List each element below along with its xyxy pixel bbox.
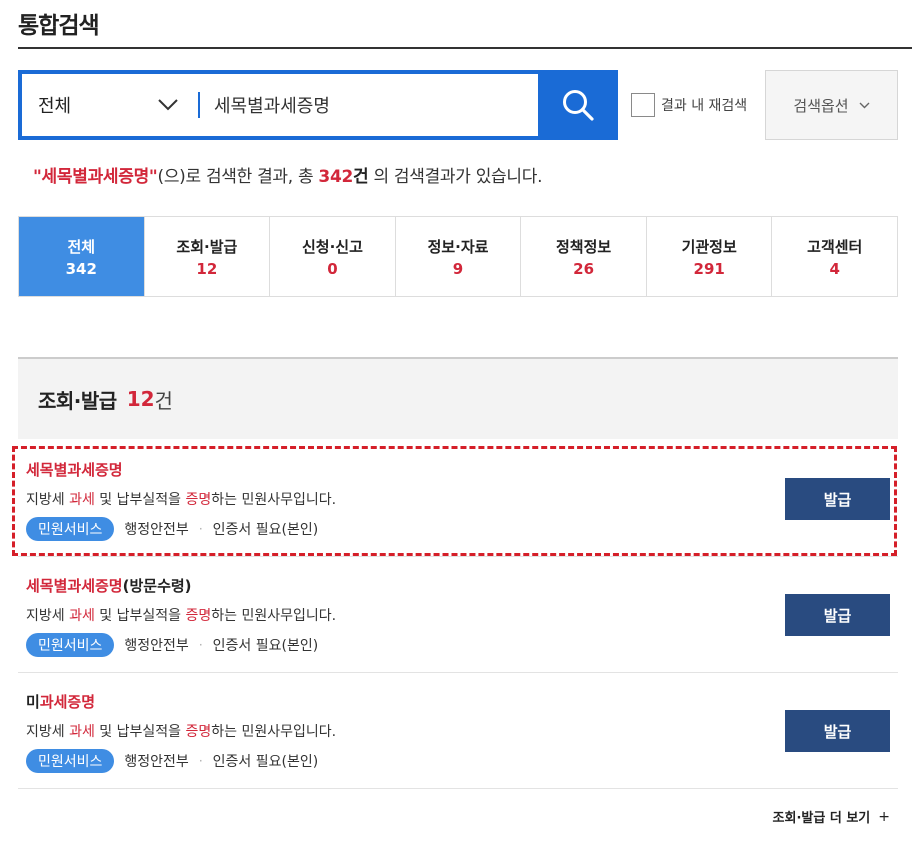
search-box: 전체 <box>18 70 618 140</box>
result-title-link[interactable]: 세목별과세증명(방문수령) <box>26 575 192 596</box>
service-type-badge: 민원서비스 <box>26 633 115 657</box>
result-description: 지방세 과세 및 납부실적을 증명하는 민원사무입니다. <box>26 721 336 741</box>
tab-apply-report[interactable]: 신청·신고 0 <box>269 217 395 296</box>
tab-lookup-issue[interactable]: 조회·발급 12 <box>143 217 270 296</box>
tab-name: 전체 <box>67 237 96 256</box>
result-summary: "세목별과세증명"(으)로 검색한 결과, 총 342건 의 검색결과가 있습니… <box>33 162 542 187</box>
tab-info-data[interactable]: 정보·자료 9 <box>394 217 521 296</box>
category-tabs: 전체 342 조회·발급 12 신청·신고 0 정보·자료 9 정책정보 26 … <box>18 216 898 297</box>
meta-separator: · <box>198 638 203 652</box>
re-search-label: 결과 내 재검색 <box>661 98 748 114</box>
issue-button[interactable]: 발급 <box>785 710 890 752</box>
plus-icon: + <box>878 808 890 825</box>
result-title-link[interactable]: 미과세증명 <box>26 691 95 712</box>
tab-count: 291 <box>693 259 725 278</box>
tab-count: 26 <box>573 259 595 278</box>
service-type-badge: 민원서비스 <box>26 517 115 541</box>
desc-highlight: 과세 <box>69 608 95 624</box>
section-title: 조회·발급 <box>38 388 117 413</box>
tab-count: 9 <box>452 259 464 278</box>
title-rest: (방문수령) <box>122 577 192 595</box>
list-item: 세목별과세증명 지방세 과세 및 납부실적을 증명하는 민원사무입니다. 민원서… <box>18 441 898 557</box>
tab-name: 조회·발급 <box>176 237 238 256</box>
summary-query: "세목별과세증명" <box>33 167 158 187</box>
result-meta: 민원서비스 행정안전부 · 인증서 필요(본인) <box>26 517 318 541</box>
desc-text: 지방세 <box>26 724 70 740</box>
re-search-checkbox[interactable] <box>631 93 655 117</box>
title-divider <box>18 47 912 49</box>
chevron-down-icon <box>158 99 178 111</box>
title-prefix: 미 <box>26 693 40 711</box>
tab-all[interactable]: 전체 342 <box>19 217 144 296</box>
search-icon <box>563 90 594 121</box>
tab-policy-info[interactable]: 정책정보 26 <box>520 217 646 296</box>
search-input[interactable] <box>200 74 538 136</box>
desc-text: 지방세 <box>26 608 70 624</box>
desc-highlight: 증명 <box>185 492 212 508</box>
chevron-down-icon <box>859 102 870 108</box>
search-options-label: 검색옵션 <box>793 96 849 115</box>
result-cert-requirement: 인증서 필요(본인) <box>212 754 319 770</box>
tab-name: 고객센터 <box>807 237 863 256</box>
result-description: 지방세 과세 및 납부실적을 증명하는 민원사무입니다. <box>26 489 336 509</box>
summary-count-unit: 건 <box>353 167 369 187</box>
title-highlight: 세목별과세증명 <box>26 577 123 595</box>
result-list: 세목별과세증명 지방세 과세 및 납부실적을 증명하는 민원사무입니다. 민원서… <box>18 441 898 789</box>
service-type-badge: 민원서비스 <box>26 749 115 773</box>
issue-button[interactable]: 발급 <box>785 594 890 636</box>
search-button[interactable] <box>538 70 618 140</box>
search-options-button[interactable]: 검색옵션 <box>765 70 898 140</box>
result-title-link[interactable]: 세목별과세증명 <box>26 459 123 480</box>
list-item: 세목별과세증명(방문수령) 지방세 과세 및 납부실적을 증명하는 민원사무입니… <box>18 557 898 673</box>
result-description: 지방세 과세 및 납부실적을 증명하는 민원사무입니다. <box>26 605 336 625</box>
desc-highlight: 과세 <box>69 492 95 508</box>
section-count: 12 <box>126 387 155 411</box>
more-lookup-link[interactable]: 조회·발급 더 보기 + <box>772 807 890 827</box>
section-count-unit: 건 <box>154 388 173 413</box>
re-search-option[interactable]: 결과 내 재검색 <box>631 93 747 117</box>
tab-customer-center[interactable]: 고객센터 4 <box>771 217 897 296</box>
desc-text: 및 납부실적을 <box>94 608 186 624</box>
tab-count: 4 <box>829 259 840 278</box>
result-meta: 민원서비스 행정안전부 · 인증서 필요(본인) <box>26 749 318 773</box>
tab-count: 342 <box>65 259 97 278</box>
desc-text: 및 납부실적을 <box>94 492 186 508</box>
desc-highlight: 과세 <box>69 724 95 740</box>
title-highlight: 세목별과세증명 <box>26 461 123 479</box>
tab-agency-info[interactable]: 기관정보 291 <box>645 217 772 296</box>
desc-text: 하는 민원사무입니다. <box>211 724 337 740</box>
result-cert-requirement: 인증서 필요(본인) <box>212 522 319 538</box>
issue-button[interactable]: 발급 <box>785 478 890 520</box>
result-meta: 민원서비스 행정안전부 · 인증서 필요(본인) <box>26 633 318 657</box>
desc-text: 하는 민원사무입니다. <box>211 492 337 508</box>
search-scope-select[interactable]: 전체 <box>22 74 198 136</box>
result-agency: 행정안전부 <box>124 638 189 654</box>
more-link-label: 조회·발급 더 보기 <box>772 811 871 826</box>
summary-text: (으)로 검색한 결과, 총 <box>157 167 314 187</box>
page-title: 통합검색 <box>18 13 100 39</box>
tab-count: 12 <box>196 259 218 278</box>
tab-name: 정책정보 <box>556 237 612 256</box>
desc-highlight: 증명 <box>185 724 212 740</box>
meta-separator: · <box>198 754 203 768</box>
section-header: 조회·발급 12 건 <box>18 357 898 439</box>
desc-text: 지방세 <box>26 492 70 508</box>
desc-text: 하는 민원사무입니다. <box>211 608 337 624</box>
summary-total-count: 342 <box>318 167 354 187</box>
result-agency: 행정안전부 <box>124 754 189 770</box>
result-cert-requirement: 인증서 필요(본인) <box>212 638 319 654</box>
tab-name: 기관정보 <box>681 237 737 256</box>
summary-text-end: 의 검색결과가 있습니다. <box>373 167 543 187</box>
desc-highlight: 증명 <box>185 608 212 624</box>
list-item: 미과세증명 지방세 과세 및 납부실적을 증명하는 민원사무입니다. 민원서비스… <box>18 673 898 789</box>
title-highlight: 과세증명 <box>39 693 96 711</box>
search-scope-value: 전체 <box>38 96 72 117</box>
tab-name: 신청·신고 <box>301 237 363 256</box>
result-agency: 행정안전부 <box>124 522 189 538</box>
meta-separator: · <box>198 522 203 536</box>
tab-name: 정보·자료 <box>427 237 489 256</box>
desc-text: 및 납부실적을 <box>94 724 186 740</box>
tab-count: 0 <box>327 259 338 278</box>
